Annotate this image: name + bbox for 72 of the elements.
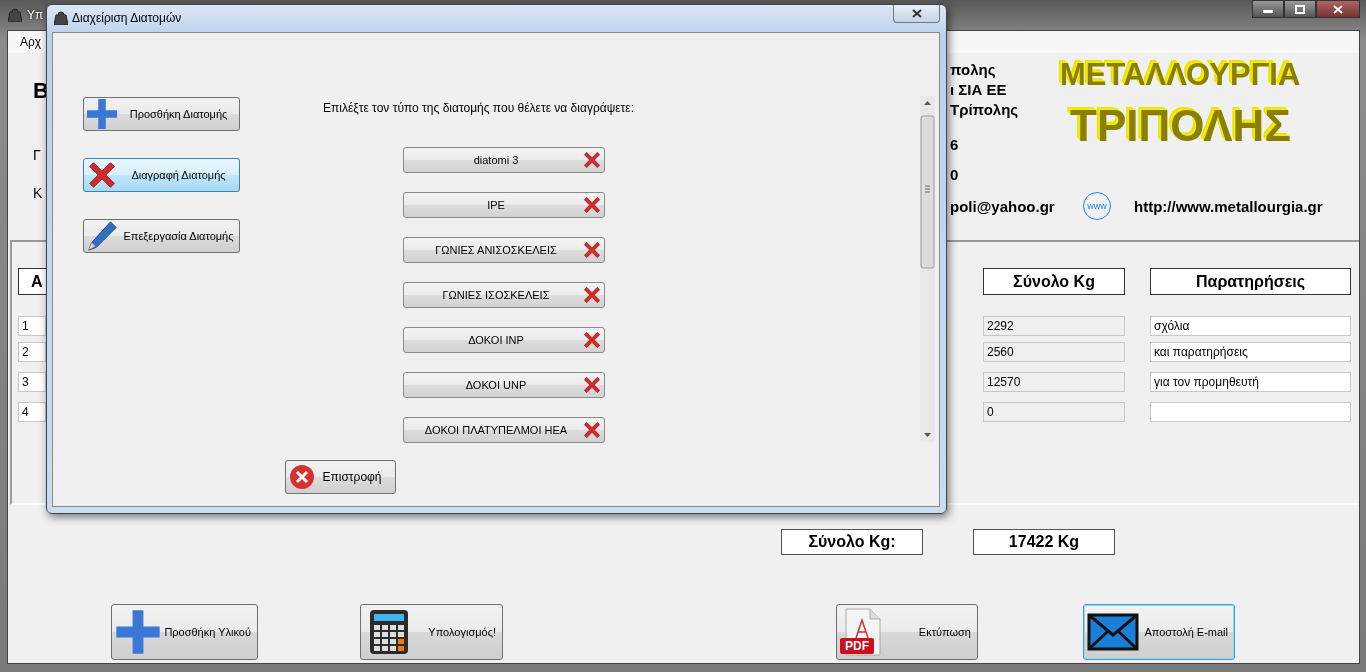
plus-icon [86, 98, 118, 130]
company-info: 0 [950, 165, 959, 185]
close-icon [911, 9, 922, 18]
total-label: Σύνολο Kg: [781, 529, 923, 555]
action-button[interactable]: Προσθήκη Υλικού [111, 604, 258, 660]
instruction-text: Επιλέξτε τον τύπο της διατομής που θέλετε να διαγράψετε: [323, 101, 634, 115]
remarks-field[interactable]: για τον προμηθευτή [1150, 372, 1351, 392]
plus-icon [115, 609, 161, 655]
close-button[interactable] [1316, 0, 1360, 18]
cross-icon [582, 285, 602, 305]
section-delete-button[interactable]: diatomi 3 [403, 147, 605, 173]
pdf-label: PDF [840, 638, 874, 654]
remarks-field[interactable]: και παρατηρήσεις [1150, 342, 1351, 362]
section-delete-button[interactable]: ΓΩΝΙΕΣ ΙΣΟΣΚΕΛΕΙΣ [403, 282, 605, 308]
envelope-icon [1087, 613, 1139, 651]
section-delete-button[interactable]: ΔΟΚΟΙ UNP [403, 372, 605, 398]
row-number: 2 [18, 342, 46, 362]
cross-icon [582, 240, 602, 260]
scrollbar[interactable] [920, 96, 935, 442]
company-info: 6 [950, 135, 959, 155]
cross-icon [582, 330, 602, 350]
cross-icon [582, 150, 602, 170]
section-action-button[interactable]: Επεξεργασία Διατομής [83, 219, 240, 253]
email-text: poli@yahoo.gr [950, 197, 1056, 215]
remarks-field[interactable]: σχόλια [1150, 316, 1351, 336]
section-delete-button[interactable]: ΔΟΚΟΙ ΠΛΑΤΥΠΕΛΜΟΙ ΗΕΑ [403, 417, 605, 443]
minimize-button[interactable] [1252, 0, 1284, 18]
logo-text: ΤΡΙΠΟΛΗΣ [1070, 101, 1291, 151]
company-info: πολης [950, 60, 996, 80]
menu-item[interactable]: Αρχ [20, 35, 42, 49]
app-icon [54, 11, 68, 25]
window-title: Υπ [27, 8, 44, 22]
maximize-button[interactable] [1284, 0, 1316, 18]
section-delete-button[interactable]: IPE [403, 192, 605, 218]
column-header: Παρατηρήσεις [1150, 268, 1351, 295]
kg-field: 2560 [983, 342, 1125, 362]
column-header: Σύνολο Kg [983, 268, 1125, 295]
close-icon [1333, 4, 1343, 14]
cross-icon [582, 375, 602, 395]
row-number: 1 [18, 316, 46, 336]
pencil-icon [86, 220, 118, 252]
header-label: Κ [33, 185, 43, 201]
cross-icon [582, 195, 602, 215]
section-delete-button[interactable]: ΔΟΚΟΙ INP [403, 327, 605, 353]
row-number: 3 [18, 372, 46, 392]
column-header: Α [18, 268, 46, 295]
back-button[interactable]: Επιστροφή [285, 460, 396, 494]
section-action-button[interactable]: Διαγραφή Διατομής [83, 158, 240, 192]
action-button[interactable]: Αποστολή E-mail [1083, 604, 1235, 660]
kg-field: 2292 [983, 316, 1125, 336]
kg-field: 12570 [983, 372, 1125, 392]
section-action-button[interactable]: Προσθήκη Διατομής [83, 97, 240, 131]
action-button[interactable]: Υπολογισμός! [360, 604, 503, 660]
header-label: Γ [33, 147, 41, 163]
calculator-icon [369, 609, 409, 655]
row-number: 4 [18, 402, 46, 422]
kg-field: 0 [983, 402, 1125, 422]
cancel-icon [289, 464, 315, 490]
cross-icon [86, 159, 118, 191]
company-info: Τρίπολης [950, 100, 1019, 120]
section-delete-button[interactable]: ΓΩΝΙΕΣ ΑΝΙΣΟΣΚΕΛΕΙΣ [403, 237, 605, 263]
company-info: ι ΣΙΑ ΕΕ [950, 80, 1007, 100]
website-text: http://www.metallourgia.gr [1134, 197, 1323, 215]
maximize-icon [1295, 4, 1305, 14]
remarks-field[interactable] [1150, 402, 1351, 422]
dialog-title: Διαχείριση Διατομών [72, 11, 182, 25]
total-value: 17422 Kg [973, 529, 1115, 555]
close-button[interactable] [893, 5, 940, 23]
cross-icon [582, 420, 602, 440]
app-icon [8, 8, 22, 22]
action-button[interactable]: PDF Εκτύπωση [836, 604, 978, 660]
logo-text: ΜΕΤΑΛΛΟΥΡΓΙΑ [1060, 57, 1301, 93]
